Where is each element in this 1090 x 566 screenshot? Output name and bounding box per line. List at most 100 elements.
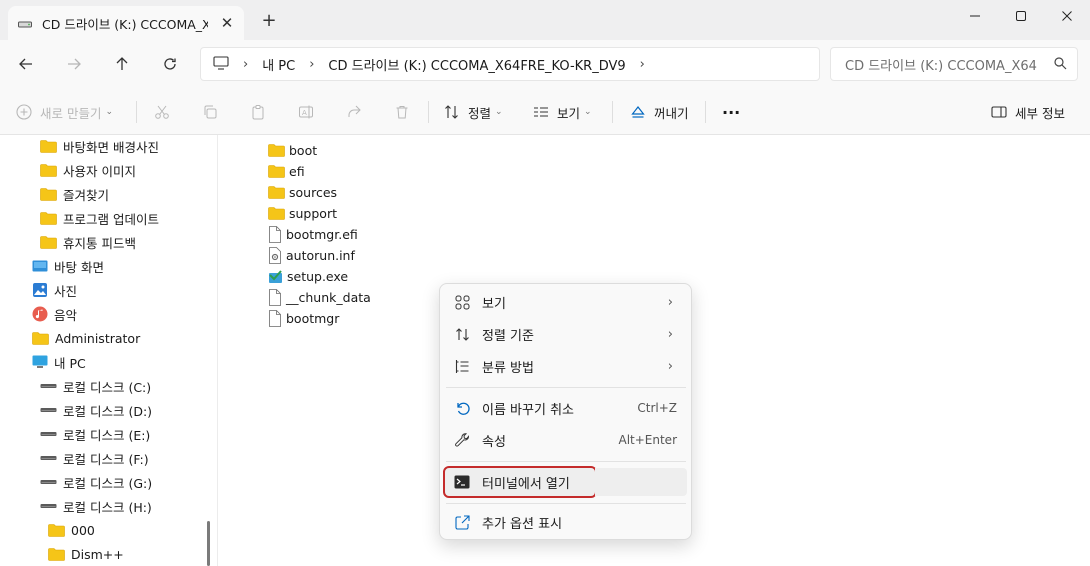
- sidebar-item-music[interactable]: 음악: [32, 302, 77, 326]
- sort-icon: [445, 105, 458, 119]
- view-list-icon: [534, 107, 548, 117]
- sidebar-item-drive-g[interactable]: 로컬 디스크 (G:): [40, 470, 152, 494]
- breadcrumb-cd-drive[interactable]: CD 드라이브 (K:) CCCOMA_X64FRE_KO-KR_DV9: [328, 55, 625, 74]
- sidebar-item-folder-000[interactable]: 000: [48, 518, 95, 542]
- menu-item-label: 이름 바꾸기 취소: [482, 402, 574, 418]
- new-tab-button[interactable]: +: [260, 12, 278, 30]
- forward-arrow-icon[interactable]: [62, 52, 86, 76]
- close-icon[interactable]: [1044, 4, 1090, 28]
- list-item[interactable]: bootmgr: [268, 308, 339, 328]
- menu-item-sort-by[interactable]: 정렬 기준 ›: [445, 320, 687, 348]
- sidebar-item-my-pc[interactable]: 내 PC: [32, 350, 86, 374]
- sidebar-item-drive-h[interactable]: 로컬 디스크 (H:): [40, 494, 152, 518]
- desktop-icon: [32, 259, 48, 273]
- chevron-right-icon[interactable]: ›: [640, 57, 645, 72]
- breadcrumb-my-pc[interactable]: 내 PC: [262, 55, 295, 74]
- new-button[interactable]: 새로 만들기 ⌄: [16, 100, 113, 124]
- list-item[interactable]: support: [268, 203, 337, 223]
- delete-icon[interactable]: [394, 100, 418, 124]
- list-item[interactable]: sources: [268, 182, 337, 202]
- sidebar-item-label: 로컬 디스크 (F:): [63, 451, 149, 467]
- file-icon: [268, 309, 282, 327]
- list-item[interactable]: bootmgr.efi: [268, 224, 358, 244]
- up-arrow-icon[interactable]: [110, 52, 134, 76]
- undo-icon: [454, 400, 470, 416]
- details-label: 세부 정보: [1015, 105, 1065, 121]
- pc-icon: [32, 355, 48, 369]
- refresh-icon[interactable]: [158, 52, 182, 76]
- setup-icon: [268, 269, 283, 284]
- share-icon[interactable]: [346, 100, 370, 124]
- file-name: setup.exe: [287, 268, 349, 284]
- list-item[interactable]: __chunk_data: [268, 287, 371, 307]
- menu-item-group-by[interactable]: 분류 방법 ›: [445, 352, 687, 380]
- sidebar-item-user-images[interactable]: 사용자 이미지: [40, 158, 136, 182]
- maximize-icon[interactable]: [998, 4, 1044, 28]
- sidebar-item-favorites[interactable]: 즐겨찾기: [40, 182, 109, 206]
- sidebar-item-administrator[interactable]: Administrator: [32, 326, 140, 350]
- divider: [428, 101, 429, 123]
- search-input[interactable]: CD 드라이브 (K:) CCCOMA_X64: [830, 47, 1078, 81]
- menu-item-label: 분류 방법: [482, 360, 534, 376]
- sidebar-item-drive-d[interactable]: 로컬 디스크 (D:): [40, 398, 152, 422]
- details-pane-button[interactable]: 세부 정보: [991, 100, 1065, 124]
- list-item[interactable]: setup.exe: [268, 266, 348, 286]
- sidebar-item-wallpaper[interactable]: 바탕화면 배경사진: [40, 135, 159, 158]
- more-options-button[interactable]: ···: [722, 100, 740, 124]
- sidebar-item-drive-f[interactable]: 로컬 디스크 (F:): [40, 446, 149, 470]
- view-button[interactable]: 보기 ⌄: [533, 100, 592, 124]
- eject-icon: [631, 106, 645, 118]
- sidebar-item-program-updates[interactable]: 프로그램 업데이트: [40, 206, 159, 230]
- file-name: autorun.inf: [286, 247, 355, 263]
- list-item[interactable]: efi: [268, 161, 305, 181]
- back-arrow-icon[interactable]: [14, 52, 38, 76]
- sort-button[interactable]: 정렬 ⌄: [444, 100, 503, 124]
- plus-circle-icon: [16, 104, 32, 120]
- drive-icon: [40, 477, 57, 487]
- menu-item-label: 정렬 기준: [482, 328, 534, 344]
- file-name: bootmgr: [286, 310, 340, 326]
- sidebar-item-label: 사용자 이미지: [63, 163, 136, 179]
- tab-close-icon[interactable]: ✕: [220, 16, 234, 31]
- menu-item-view[interactable]: 보기 ›: [445, 288, 687, 316]
- drive-icon: [40, 429, 57, 439]
- address-bar[interactable]: › 내 PC › CD 드라이브 (K:) CCCOMA_X64FRE_KO-K…: [200, 47, 820, 81]
- sidebar-scrollbar[interactable]: [207, 521, 210, 566]
- settings-file-icon: [268, 246, 282, 264]
- menu-item-properties[interactable]: 속성 Alt+Enter: [445, 426, 687, 454]
- search-icon[interactable]: [1054, 57, 1067, 74]
- tab-active[interactable]: CD 드라이브 (K:) CCCOMA_X64FRE_KO-KR_DV9 ✕: [8, 6, 244, 40]
- list-item[interactable]: autorun.inf: [268, 245, 355, 265]
- menu-item-undo-rename[interactable]: 이름 바꾸기 취소 Ctrl+Z: [445, 394, 687, 422]
- paste-icon[interactable]: [250, 100, 274, 124]
- cut-icon[interactable]: [154, 100, 178, 124]
- sidebar-item-pictures[interactable]: 사진: [32, 278, 77, 302]
- details-pane-icon: [991, 106, 1007, 118]
- sidebar-item-drive-c[interactable]: 로컬 디스크 (C:): [40, 374, 151, 398]
- copy-icon[interactable]: [202, 100, 226, 124]
- sidebar-item-label: 바탕화면 배경사진: [63, 139, 159, 155]
- drive-icon: [40, 381, 57, 391]
- sidebar-item-dism[interactable]: Dism++: [48, 542, 124, 566]
- rename-icon[interactable]: A: [298, 100, 322, 124]
- minimize-icon[interactable]: [952, 4, 998, 28]
- menu-item-open-in-terminal[interactable]: 터미널에서 열기: [443, 466, 597, 498]
- menu-item-show-more-options[interactable]: 추가 옵션 표시: [445, 508, 687, 536]
- chevron-right-icon: ›: [667, 326, 673, 342]
- sidebar-item-desktop[interactable]: 바탕 화면: [32, 254, 104, 278]
- eject-button[interactable]: 꺼내기: [630, 100, 689, 124]
- sidebar-item-label: Administrator: [55, 330, 141, 346]
- file-name: efi: [289, 163, 305, 179]
- sidebar-item-recycle-feedback[interactable]: 휴지통 피드백: [40, 230, 136, 254]
- new-label: 새로 만들기: [40, 105, 102, 121]
- folder-icon: [40, 139, 57, 153]
- menu-item-label: 추가 옵션 표시: [482, 516, 563, 532]
- file-name: __chunk_data: [286, 289, 371, 305]
- list-item[interactable]: boot: [268, 140, 317, 160]
- divider: [612, 101, 613, 123]
- sidebar-item-label: 000: [71, 522, 95, 538]
- divider: [705, 101, 706, 123]
- chevron-right-icon[interactable]: ›: [309, 57, 314, 72]
- file-name: sources: [289, 184, 338, 200]
- sidebar-item-drive-e[interactable]: 로컬 디스크 (E:): [40, 422, 150, 446]
